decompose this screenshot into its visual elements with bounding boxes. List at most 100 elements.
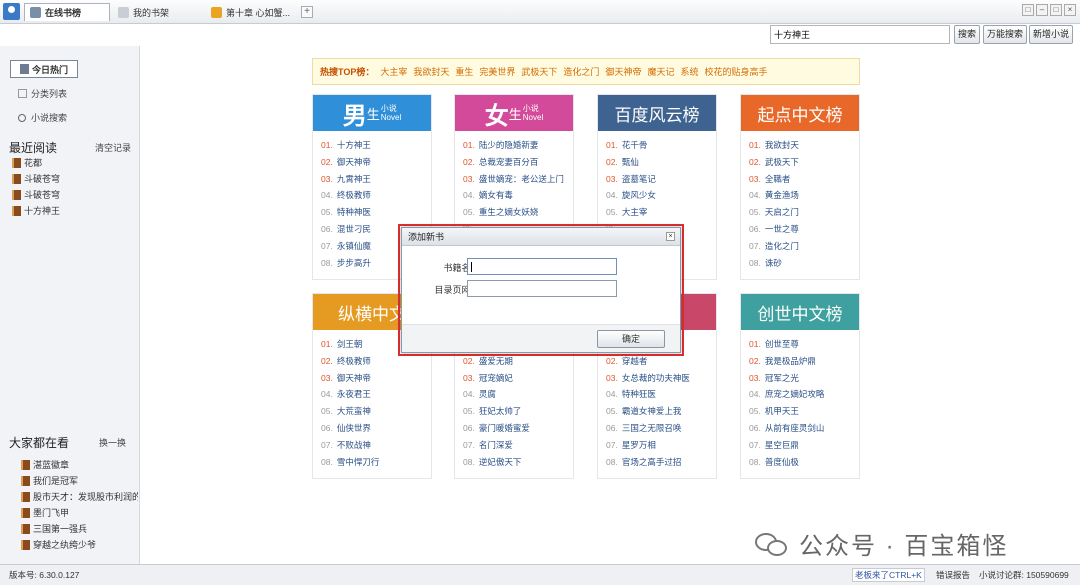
rank-list-item[interactable]: 07. 名门深爱 bbox=[463, 439, 573, 456]
close-icon[interactable]: × bbox=[666, 232, 675, 241]
rank-list-item[interactable]: 05. 机甲天王 bbox=[749, 405, 859, 422]
rank-list-item[interactable]: 07. 星空巨鼎 bbox=[749, 439, 859, 456]
rank-list-item[interactable]: 05. 天启之门 bbox=[749, 206, 859, 223]
rank-list-item[interactable]: 05. 大主宰 bbox=[606, 206, 716, 223]
ok-button[interactable]: 确定 bbox=[597, 330, 665, 348]
rank-list-item[interactable]: 02. 武极天下 bbox=[749, 156, 859, 173]
rank-list-item[interactable]: 05. 大荒蛮神 bbox=[321, 405, 431, 422]
tab-bookshelf[interactable]: 我的书架 bbox=[113, 3, 174, 21]
popular-book[interactable]: 墨门飞甲 bbox=[21, 506, 138, 519]
clear-records-link[interactable]: 清空记录 bbox=[95, 141, 131, 154]
rank-list-item[interactable]: 05. 重生之嫡女妖娆 bbox=[463, 206, 573, 223]
url-field[interactable] bbox=[467, 280, 617, 297]
rank-list-item[interactable]: 08. 官场之高手过招 bbox=[606, 456, 716, 473]
rank-list-item[interactable]: 02. 穿越者 bbox=[606, 355, 716, 372]
tab-chapter[interactable]: 第十章 心如蟹... bbox=[206, 3, 295, 21]
hot-top-item[interactable]: 系统 bbox=[680, 65, 698, 78]
close-icon[interactable]: × bbox=[1064, 4, 1076, 16]
restore-icon[interactable]: □ bbox=[1022, 4, 1034, 16]
rank-list-item[interactable]: 04. 终极教师 bbox=[321, 189, 431, 206]
rank-list-item[interactable]: 04. 永夜君王 bbox=[321, 388, 431, 405]
recent-book[interactable]: 斗破苍穹 bbox=[12, 172, 138, 185]
novel-search-link[interactable]: 小说搜索 bbox=[18, 111, 67, 124]
rank-list-item[interactable]: 06. 仙侠世界 bbox=[321, 422, 431, 439]
power-search-button[interactable]: 万能搜索 bbox=[983, 25, 1028, 44]
add-novel-button[interactable]: 新增小说 bbox=[1029, 25, 1074, 44]
rank-list-item[interactable]: 03. 冠宠嫡妃 bbox=[463, 372, 573, 389]
rank-list-item[interactable]: 02. 御天神帝 bbox=[321, 156, 431, 173]
rank-card-header[interactable]: 女生小说 Novel bbox=[455, 95, 573, 131]
rank-list-item[interactable]: 02. 我是极品炉鼎 bbox=[749, 355, 859, 372]
rank-card-header[interactable]: 百度风云榜 bbox=[598, 95, 716, 131]
rank-list-item[interactable]: 04. 灵腐 bbox=[463, 388, 573, 405]
rank-list-item[interactable]: 05. 特种神医 bbox=[321, 206, 431, 223]
popular-book[interactable]: 湛蓝徽章 bbox=[21, 458, 138, 471]
recent-book[interactable]: 斗破苍穹 bbox=[12, 188, 138, 201]
popular-book[interactable]: 股市天才：发现股市利润的 bbox=[21, 490, 138, 503]
rank-list-item[interactable]: 02. 总裁宠妻百分百 bbox=[463, 156, 573, 173]
rank-list-item[interactable]: 01. 花千骨 bbox=[606, 139, 716, 156]
rank-list-item[interactable]: 07. 造化之门 bbox=[749, 240, 859, 257]
minimize-icon[interactable]: – bbox=[1036, 4, 1048, 16]
rank-list-item[interactable]: 06. 豪门暖婚蜜爱 bbox=[463, 422, 573, 439]
rank-list-item[interactable]: 05. 霸道女神爱上我 bbox=[606, 405, 716, 422]
today-hot-button[interactable]: 今日热门 bbox=[10, 60, 78, 78]
hot-top-item[interactable]: 完美世界 bbox=[479, 65, 515, 78]
rank-list-item[interactable]: 01. 创世至尊 bbox=[749, 338, 859, 355]
rank-list-item[interactable]: 03. 冠军之光 bbox=[749, 372, 859, 389]
rank-list-item[interactable]: 03. 盛世嫡宠：老公送上门 bbox=[463, 173, 573, 190]
hot-top-item[interactable]: 重生 bbox=[455, 65, 473, 78]
add-tab-button[interactable]: + bbox=[301, 6, 313, 18]
rank-list-item[interactable]: 08. 普度仙极 bbox=[749, 456, 859, 473]
tab-online-rank[interactable]: 在线书榜 bbox=[24, 3, 110, 21]
book-name-field[interactable] bbox=[467, 258, 617, 275]
rank-list-item[interactable]: 04. 黄金渔场 bbox=[749, 189, 859, 206]
hot-top-item[interactable]: 武极天下 bbox=[521, 65, 557, 78]
hot-top-item[interactable]: 魔天记 bbox=[647, 65, 674, 78]
rank-list-item[interactable]: 01. 我欲封天 bbox=[749, 139, 859, 156]
search-button[interactable]: 搜索 bbox=[954, 25, 981, 44]
rank-list-item[interactable]: 08. 雪中悍刀行 bbox=[321, 456, 431, 473]
hot-top-item[interactable]: 御天神帝 bbox=[605, 65, 641, 78]
rank-list-item[interactable]: 02. 终极教师 bbox=[321, 355, 431, 372]
rank-card-header[interactable]: 男生小说 Novel bbox=[313, 95, 431, 131]
rank-list-item[interactable]: 08. 逆妃傲天下 bbox=[463, 456, 573, 473]
recent-book[interactable]: 十方神王 bbox=[12, 204, 138, 217]
rank-card-header[interactable]: 创世中文榜 bbox=[741, 294, 859, 330]
rank-list-item[interactable]: 04. 嫡女有毒 bbox=[463, 189, 573, 206]
rank-list-item[interactable]: 03. 全職者 bbox=[749, 173, 859, 190]
hot-top-item[interactable]: 大主宰 bbox=[380, 65, 407, 78]
popular-book[interactable]: 穿越之纨绔少爷 bbox=[21, 538, 138, 551]
maximize-icon[interactable]: □ bbox=[1050, 4, 1062, 16]
search-input[interactable] bbox=[770, 25, 950, 44]
rank-card-header[interactable]: 起点中文榜 bbox=[741, 95, 859, 131]
rank-list-item[interactable]: 05. 狂妃太帅了 bbox=[463, 405, 573, 422]
error-report-link[interactable]: 错误报告 bbox=[936, 569, 970, 581]
user-icon[interactable] bbox=[3, 3, 20, 20]
rank-list-item[interactable]: 08. 诛砂 bbox=[749, 257, 859, 274]
boss-key-button[interactable]: 老板来了CTRL+K bbox=[852, 568, 925, 582]
rank-list-item[interactable]: 03. 九霄神王 bbox=[321, 173, 431, 190]
rank-list-item[interactable]: 07. 不败战神 bbox=[321, 439, 431, 456]
rank-list-item[interactable]: 04. 庶宠之嫡妃攻略 bbox=[749, 388, 859, 405]
hot-top-item[interactable]: 校花的贴身高手 bbox=[704, 65, 767, 78]
rank-list-item[interactable]: 02. 甄仙 bbox=[606, 156, 716, 173]
rank-list-item[interactable]: 04. 旋风少女 bbox=[606, 189, 716, 206]
category-list-link[interactable]: 分类列表 bbox=[18, 87, 67, 100]
recent-book[interactable]: 花都 bbox=[12, 156, 138, 169]
hot-top-item[interactable]: 造化之门 bbox=[563, 65, 599, 78]
rank-list-item[interactable]: 03. 盗墓笔记 bbox=[606, 173, 716, 190]
rank-list-item[interactable]: 03. 女总裁的功夫神医 bbox=[606, 372, 716, 389]
rank-list-item[interactable]: 06. 一世之尊 bbox=[749, 223, 859, 240]
rank-list-item[interactable]: 03. 御天神帝 bbox=[321, 372, 431, 389]
rank-list-item[interactable]: 06. 从前有座灵剑山 bbox=[749, 422, 859, 439]
rank-list-item[interactable]: 04. 特种狂医 bbox=[606, 388, 716, 405]
rank-list-item[interactable]: 01. 十方神王 bbox=[321, 139, 431, 156]
rank-list-item[interactable]: 02. 盛爱无期 bbox=[463, 355, 573, 372]
rank-list-item[interactable]: 06. 三国之无限召唤 bbox=[606, 422, 716, 439]
shuffle-link[interactable]: 换一换 bbox=[99, 436, 126, 449]
rank-list-item[interactable]: 07. 星罗万相 bbox=[606, 439, 716, 456]
rank-list-item[interactable]: 01. 陆少的隐婚新妻 bbox=[463, 139, 573, 156]
popular-book[interactable]: 三国第一强兵 bbox=[21, 522, 138, 535]
hot-top-item[interactable]: 我欲封天 bbox=[413, 65, 449, 78]
